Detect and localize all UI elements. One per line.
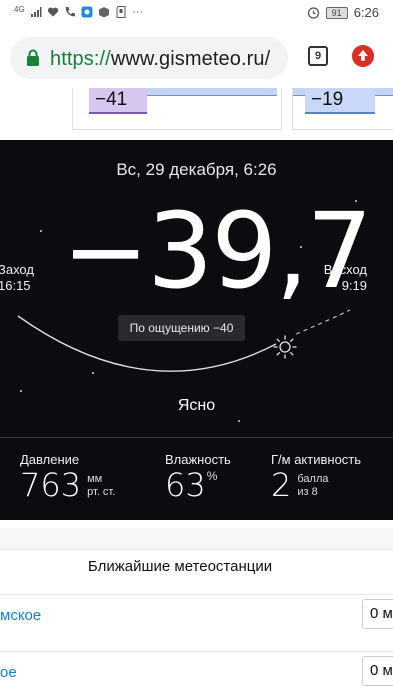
section-header-strip [0,528,393,550]
sunset-label: Заход [0,262,34,277]
status-icons-right: 91 6:26 [307,5,379,20]
station-name[interactable]: oe [0,664,17,681]
weather-condition: Ясно [177,397,216,414]
phone-icon [65,7,75,17]
sunrise-info: Восход 9:19 [324,262,367,294]
lock-icon[interactable] [26,49,40,67]
box-icon [98,7,109,18]
geomagnetic-unit-line2: из 8 [297,486,318,498]
geomagnetic-unit: балла из 8 [297,473,328,499]
geomagnetic-unit-line1: балла [297,473,329,485]
sunrise-label: Восход [323,262,367,277]
station-row[interactable]: oe 0 м [0,651,393,691]
pressure-unit-line2: рт. ст. [87,486,116,498]
temp-chip: −19 [305,88,375,114]
star [40,230,42,232]
geomagnetic-value: 2 [271,466,292,504]
geomagnetic-label: Г/м активность [271,452,362,467]
star [20,390,22,392]
sun-icon [273,335,297,359]
current-date: Вс, 29 декабря, 6:26 [116,160,277,179]
temp-chip: −41 [89,88,147,114]
pressure-unit: мм рт. ст. [87,473,115,499]
sunset-info: Заход 16:15 [0,262,34,294]
browser-toolbar: https://www.gismeteo.ru/ 9 [0,28,393,88]
app-icon [81,6,93,18]
humidity-unit: % [206,469,218,483]
divider [0,437,393,438]
star [238,420,240,422]
tab-switcher-button[interactable]: 9 [308,46,328,66]
station-name[interactable]: мское [0,607,41,624]
status-bar: 4G ··· 91 6:26 [0,0,393,28]
more-icon: ··· [132,6,144,18]
geomagnetic-stat: Г/м активность 2 балла из 8 [271,452,361,501]
signal-icon [30,7,42,17]
current-weather-panel: Вс, 29 декабря, 6:26 −39,7 Заход 16:15 В… [0,140,393,520]
forecast-card[interactable]: −41 [72,88,282,130]
clock: 6:26 [353,5,379,20]
update-icon[interactable] [352,45,374,67]
stations-title: Ближайшие метеостанции [87,558,273,575]
status-icons-left: 4G ··· [14,6,144,18]
humidity-label: Влажность [165,452,231,467]
station-row[interactable]: мское 0 м [0,594,393,634]
url-scheme: https:// [50,48,111,70]
forecast-card[interactable]: −19 [292,88,393,130]
pressure-value: 763 [20,466,82,504]
sunset-time: 16:15 [0,278,31,293]
sunrise-time: 9:19 [341,278,367,293]
humidity-stat: Влажность 63 % [165,452,231,501]
network-type-label: 4G [14,5,25,14]
station-distance: 0 м [362,656,393,686]
sd-icon [116,6,126,18]
pressure-stat: Давление 763 мм рт. ст. [20,452,115,501]
humidity-value: 63 [165,466,206,504]
pressure-unit-line1: мм [87,473,103,485]
url-host: www.gismeteo.ru/ [110,48,271,70]
feels-like-badge: По ощущению −40 [118,315,245,341]
pressure-label: Давление [20,452,80,467]
station-distance: 0 м [362,599,393,629]
url-field[interactable]: https://www.gismeteo.ru/ [10,37,288,79]
nearby-stations-section: Ближайшие метеостанции мское 0 м oe 0 м [0,528,393,699]
forecast-cards-fragment: −41 −19 [0,88,393,140]
heart-monitor-icon [47,7,58,17]
battery-indicator: 91 [325,6,348,19]
temp-chip-bar [145,88,277,96]
alarm-icon [307,7,319,19]
url-text[interactable]: https://www.gismeteo.ru/ [50,48,270,71]
